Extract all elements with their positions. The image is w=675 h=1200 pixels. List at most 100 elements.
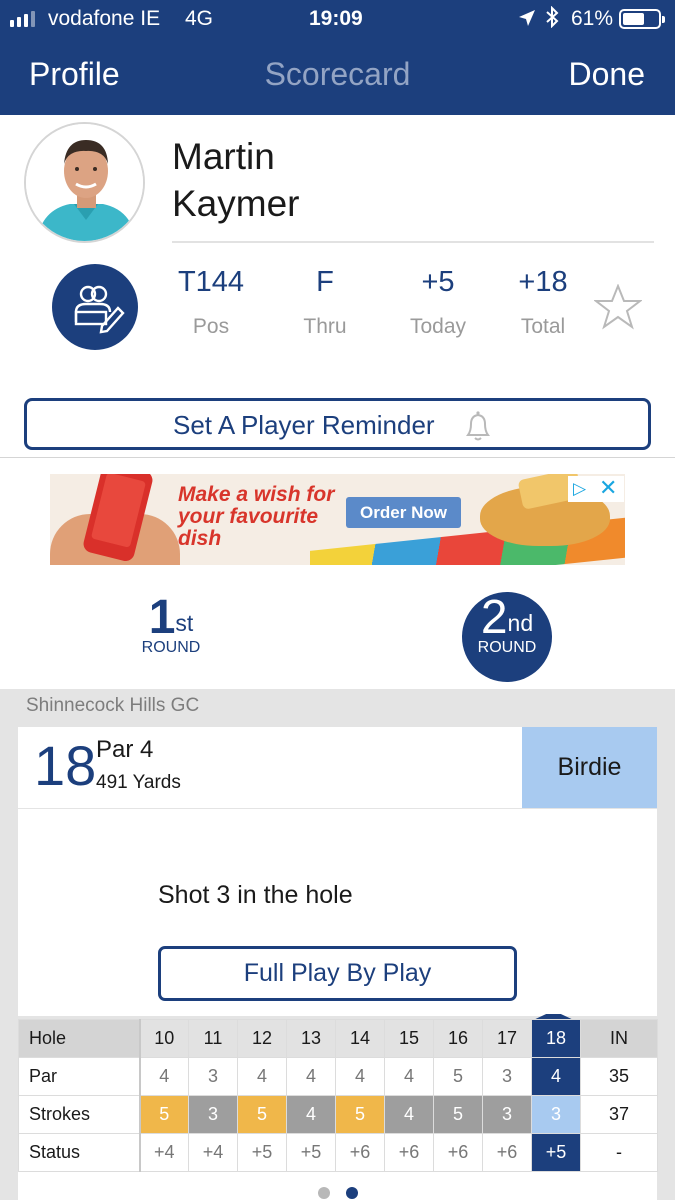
reminder-label: Set A Player Reminder [173,410,435,440]
course-name: Shinnecock Hills GC [26,695,200,716]
status-cell-hole-11: +4 [188,1133,238,1172]
stat-position-label: Pos [192,315,230,338]
hole-total-cell: IN [580,1019,658,1058]
strokes-cell-hole-12: 5 [237,1095,287,1134]
round-suffix: nd [507,610,534,636]
player-last-name: Kaymer [172,183,300,224]
status-cell-hole-17: +6 [482,1133,532,1172]
par-cell-hole-18: 4 [531,1057,581,1096]
strokes-cell-hole-16: 5 [433,1095,483,1134]
round-2-tab[interactable]: 2nd ROUND [462,592,552,682]
hole-yardage: 491 Yards [96,772,181,793]
ad-info-icon[interactable]: ▷ [573,480,586,498]
stat-total: +18 Total [488,262,598,339]
page-indicator[interactable] [0,1186,675,1200]
par-total-cell: 35 [580,1057,658,1096]
scorecard-row-status: Status +4 +4 +5 +5 +6 +6 +6 +6 +5- [18,1133,658,1172]
row-label-strokes: Strokes [18,1095,141,1134]
stat-thru-value: F [316,266,334,298]
ad-order-now-button[interactable]: Order Now [346,497,461,528]
row-label-status: Status [18,1133,141,1172]
round-suffix: st [175,610,194,636]
done-button[interactable]: Done [569,56,646,93]
hole-cell-hole-18: 18 [531,1019,581,1058]
hole-cell-hole-10: 10 [139,1019,189,1058]
status-cell-hole-14: +6 [335,1133,385,1172]
signal-icon [10,9,35,27]
ad-choices-icon[interactable]: ▷ ✕ [568,476,624,502]
set-player-reminder-button[interactable]: Set A Player Reminder [24,398,651,450]
round-number: 2 [480,591,508,644]
round-1-tab[interactable]: 1st ROUND [126,592,216,682]
ad-close-icon[interactable]: ✕ [599,477,617,499]
ad-headline: Make a wish for your favourite dish [178,483,335,550]
status-total-cell: - [580,1133,658,1172]
par-cell-hole-15: 4 [384,1057,434,1096]
battery-level [623,13,644,25]
hole-cell-hole-13: 13 [286,1019,336,1058]
hole-summary-card: 18 Par 4 491 Yards Birdie [18,727,657,808]
scorecard-edit-button[interactable] [52,264,138,350]
strokes-cell-hole-17: 3 [482,1095,532,1134]
top-bar: vodafone IE 4G 19:09 61% Scorecard Profi… [0,0,675,115]
divider [0,457,675,458]
advertisement-banner[interactable]: Make a wish for your favourite dish Orde… [50,474,625,565]
hole-cell-hole-12: 12 [237,1019,287,1058]
hole-cell-hole-11: 11 [188,1019,238,1058]
strokes-cell-hole-14: 5 [335,1095,385,1134]
hole-result-badge: Birdie [522,727,657,808]
hole-cell-hole-15: 15 [384,1019,434,1058]
strokes-cell-hole-13: 4 [286,1095,336,1134]
strokes-cell-hole-18: 3 [531,1095,581,1134]
player-first-name: Martin [172,136,275,177]
par-cell-hole-11: 3 [188,1057,238,1096]
row-label-par: Par [18,1057,141,1096]
strokes-cell-hole-15: 4 [384,1095,434,1134]
stat-position-value: T144 [177,266,245,298]
bluetooth-icon [545,5,559,34]
shot-description: Shot 3 in the hole [158,881,353,909]
page-dot-active[interactable] [345,1187,358,1199]
round-label: ROUND [477,639,537,656]
par-cell-hole-13: 4 [286,1057,336,1096]
profile-back-button[interactable]: Profile [29,56,120,93]
row-label-hole: Hole [18,1019,141,1058]
battery-percent: 61% [571,7,614,30]
stat-today-value: +5 [421,266,455,298]
strokes-cell-hole-11: 3 [188,1095,238,1134]
stat-thru-label: Thru [303,315,347,338]
status-cell-hole-10: +4 [139,1133,189,1172]
status-cell-hole-12: +5 [237,1133,287,1172]
status-cell-hole-18: +5 [531,1133,581,1172]
bell-icon [461,409,495,448]
scorecard-row-strokes: Strokes 5 3 5 4 5 4 5 3 3 37 [18,1095,658,1134]
stat-today: +5 Today [383,262,493,339]
carrier-name: vodafone IE [48,7,161,30]
par-cell-hole-10: 4 [139,1057,189,1096]
scorecard-row-hole: Hole 10 11 12 13 14 15 16 17 18 IN [18,1019,658,1058]
player-name: Martin Kaymer [172,133,472,227]
stat-thru: F Thru [270,262,380,339]
player-avatar [24,122,145,243]
round-number: 1 [148,591,176,644]
stat-position: T144 Pos [156,262,266,339]
stat-total-value: +18 [518,266,568,298]
stat-today-label: Today [409,315,467,338]
hole-cell-hole-17: 17 [482,1019,532,1058]
strokes-cell-hole-10: 5 [139,1095,189,1134]
par-cell-hole-16: 5 [433,1057,483,1096]
full-play-by-play-button[interactable]: Full Play By Play [158,946,517,1001]
status-cell-hole-15: +6 [384,1133,434,1172]
network-type: 4G [185,7,214,30]
round-label: ROUND [141,639,201,656]
status-bar: vodafone IE 4G 19:09 61% [0,0,675,38]
favorite-star-icon[interactable] [593,283,643,335]
par-cell-hole-17: 3 [482,1057,532,1096]
hole-par: Par 4 [96,736,154,763]
stat-total-label: Total [520,315,566,338]
status-cell-hole-13: +5 [286,1133,336,1172]
status-cell-hole-16: +6 [433,1133,483,1172]
par-cell-hole-12: 4 [237,1057,287,1096]
page-dot[interactable] [317,1187,330,1199]
par-cell-hole-14: 4 [335,1057,385,1096]
